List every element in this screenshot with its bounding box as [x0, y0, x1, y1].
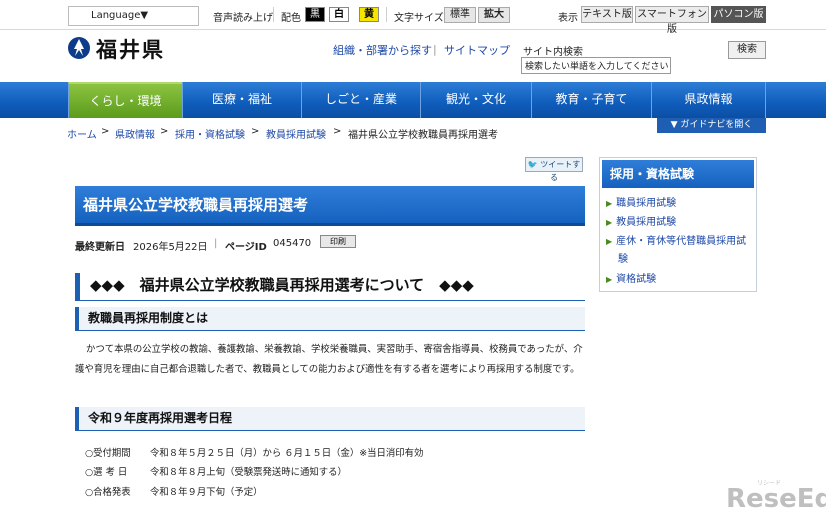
tweet-button[interactable]: 🐦 ツイートする — [525, 157, 583, 182]
schedule-item: ○合格発表 令和８年９月下旬（予定） — [85, 484, 263, 498]
prefecture-emblem-icon[interactable] — [67, 36, 91, 60]
print-button[interactable]: 印刷 — [320, 235, 356, 248]
search-label: サイト内検索 — [523, 47, 583, 58]
system-description: かつて本県の公立学校の教諭、養護教諭、栄養教諭、学校栄養職員、実習助手、寄宿舎指… — [75, 344, 583, 375]
search-button[interactable]: 検索 — [728, 41, 766, 59]
color-white-button[interactable]: 白 — [329, 7, 349, 22]
sitemap-link[interactable]: サイトマップ — [444, 42, 510, 58]
page-title: 福井県公立学校教職員再採用選考 — [75, 186, 585, 226]
updated-date: 2026年5月22日 — [133, 242, 208, 253]
breadcrumb-recruitment[interactable]: 採用・資格試験 — [175, 126, 245, 141]
color-yellow-button[interactable]: 黄 — [359, 7, 379, 22]
schedule-value: 令和８年８月上旬（受験票発送時に通知する） — [150, 467, 347, 478]
breadcrumb-separator: > — [160, 126, 169, 137]
divider: | — [214, 238, 218, 249]
display-label: 表示 — [558, 13, 578, 24]
section-heading: ◆◆◆ 福井県公立学校教職員再採用選考について ◆◆◆ — [75, 273, 585, 301]
sidebar-item-label: 職員採用試験 — [616, 198, 677, 209]
nav-item-work[interactable]: しごと・産業 — [301, 82, 420, 118]
sidebar-item-qualification-exam[interactable]: ▶ 資格試験 — [606, 271, 656, 289]
sidebar-item-label: 資格試験 — [616, 274, 657, 285]
site-logo[interactable]: 福井県 — [96, 34, 165, 64]
subheading-schedule: 令和９年度再採用選考日程 — [75, 407, 585, 431]
guide-nav-button[interactable]: ▼ ガイドナビを開く — [657, 118, 766, 133]
display-text-button[interactable]: テキスト版 — [581, 6, 633, 23]
divider: | — [433, 43, 437, 56]
display-smartphone-button[interactable]: スマートフォン版 — [635, 6, 709, 35]
sidebar-item-teacher-exam[interactable]: ▶ 教員採用試験 — [606, 214, 676, 232]
schedule-value: 令和８年５月２５日（月）から ６月１５日（金）※当日消印有効 — [150, 448, 424, 459]
breadcrumb-separator: > — [251, 126, 260, 137]
breadcrumb-home[interactable]: ホーム — [67, 126, 97, 141]
triangle-bullet-icon: ▶ — [606, 199, 613, 208]
updated-label: 最終更新日 — [75, 242, 125, 253]
triangle-bullet-icon: ▶ — [606, 237, 613, 246]
divider — [273, 7, 274, 22]
font-size-large-button[interactable]: 拡大 — [478, 7, 510, 23]
main-nav: くらし・環境 医療・福祉 しごと・産業 観光・文化 教育・子育て 県政情報 — [0, 82, 826, 118]
schedule-key: ○受付期間 — [85, 448, 131, 459]
sidebar-item-label: 産休・育休等代替職員採用試験 — [616, 236, 747, 265]
nav-item-education[interactable]: 教育・子育て — [531, 82, 651, 118]
tweet-label: ツイートする — [540, 160, 581, 182]
schedule-key: ○合格発表 — [85, 487, 131, 498]
subheading-system: 教職員再採用制度とは — [75, 307, 585, 331]
color-label: 配色 — [281, 13, 301, 24]
sidebar: 採用・資格試験 ▶ 職員採用試験 ▶ 教員採用試験 ▶ 産休・育休等代替職員採用試験 … — [599, 157, 757, 292]
nav-item-living[interactable]: くらし・環境 — [68, 82, 182, 118]
sidebar-item-staff-exam[interactable]: ▶ 職員採用試験 — [606, 195, 676, 213]
org-search-link[interactable]: 組織・部署から探す — [333, 42, 432, 58]
voice-reader-link[interactable]: 音声読み上げ — [213, 9, 273, 24]
schedule-item: ○選 考 日 令和８年８月上旬（受験票発送時に通知する） — [85, 464, 347, 478]
display-pc-button[interactable]: パソコン版 — [711, 6, 766, 23]
breadcrumb-separator: > — [333, 126, 342, 137]
search-input[interactable] — [521, 57, 671, 74]
nav-item-medical[interactable]: 医療・福祉 — [182, 82, 301, 118]
utility-bar: Language▼ 音声読み上げ 配色 黒 白 黄 文字サイズ 標準 拡大 表示… — [0, 0, 826, 35]
sidebar-title: 採用・資格試験 — [602, 160, 754, 188]
breadcrumb-separator: > — [101, 126, 110, 137]
twitter-icon: 🐦 — [527, 160, 538, 169]
font-size-label: 文字サイズ — [394, 13, 444, 24]
breadcrumb-teacher-exam[interactable]: 教員採用試験 — [266, 126, 326, 141]
language-select[interactable]: Language▼ — [68, 6, 199, 26]
sidebar-item-label: 教員採用試験 — [616, 217, 677, 228]
breadcrumb-prefgov[interactable]: 県政情報 — [115, 126, 155, 141]
page-id-label: ページID — [225, 242, 267, 253]
breadcrumb-current: 福井県公立学校教職員再採用選考 — [348, 130, 498, 141]
schedule-key: ○選 考 日 — [85, 467, 128, 478]
watermark-logo: ReseEd — [726, 484, 826, 514]
page-id: 045470 — [273, 238, 312, 249]
triangle-bullet-icon: ▶ — [606, 218, 613, 227]
schedule-item: ○受付期間 令和８年５月２５日（月）から ６月１５日（金）※当日消印有効 — [85, 445, 423, 459]
font-size-normal-button[interactable]: 標準 — [444, 7, 476, 23]
nav-item-government[interactable]: 県政情報 — [651, 82, 766, 118]
schedule-value: 令和８年９月下旬（予定） — [150, 487, 263, 498]
color-black-button[interactable]: 黒 — [305, 7, 325, 22]
sidebar-item-substitute-exam[interactable]: ▶ 産休・育休等代替職員採用試験 — [606, 233, 751, 269]
triangle-bullet-icon: ▶ — [606, 275, 613, 284]
nav-item-tourism[interactable]: 観光・文化 — [420, 82, 531, 118]
divider — [386, 7, 387, 22]
